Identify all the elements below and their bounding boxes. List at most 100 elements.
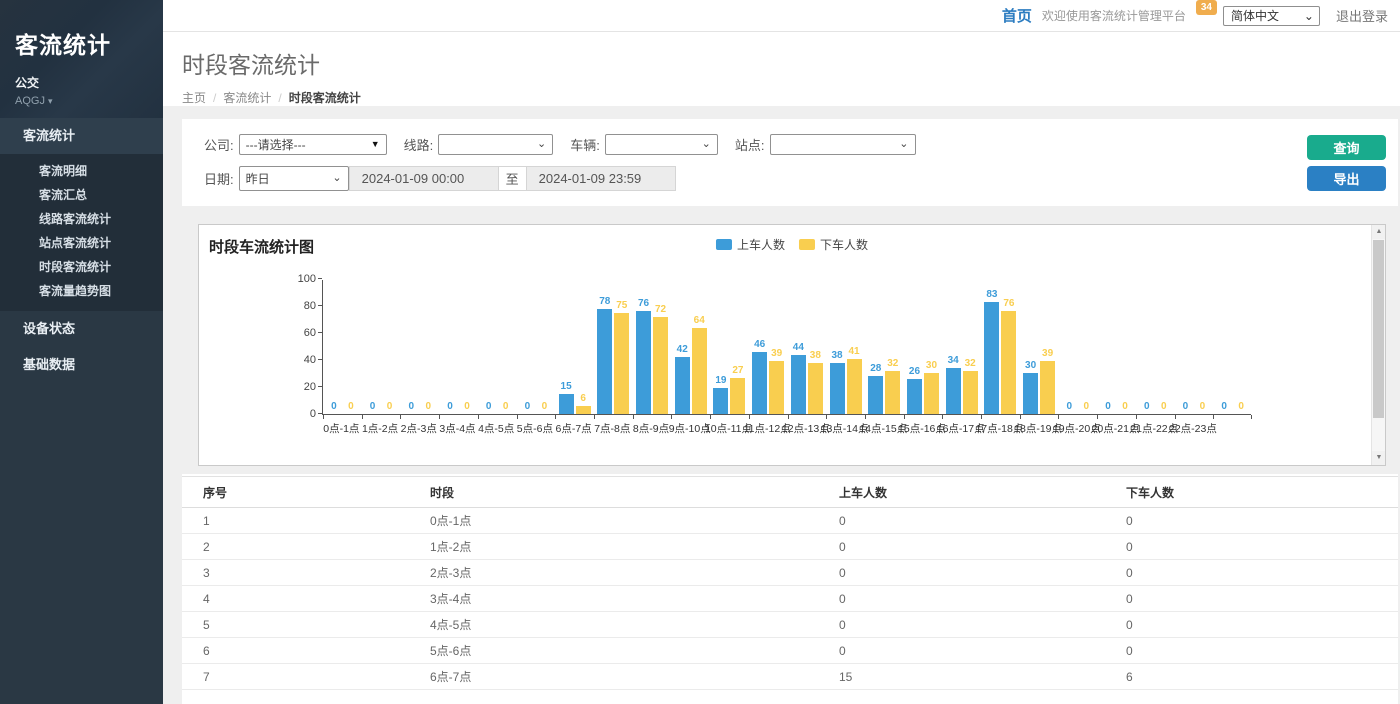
x-axis-tick (478, 415, 479, 419)
chart-category-2: 00 (400, 280, 439, 414)
company-select-value: ---请选择--- (246, 136, 306, 153)
bar-下车人数[interactable] (614, 313, 629, 414)
main-area: 首页 欢迎使用客流统计管理平台 34 简体中文 ⌄ 退出登录 时段客流统计 主页… (163, 0, 1400, 704)
home-link[interactable]: 首页 (1002, 5, 1032, 26)
x-axis-tick (594, 415, 595, 419)
org-code-dropdown[interactable]: AQGJ▾ (15, 95, 163, 107)
bar-上车人数[interactable] (946, 368, 961, 414)
stats-table: 序号时段上车人数下车人数 10点-1点0021点-2点0032点-3点0043点… (182, 476, 1398, 690)
language-select[interactable]: 简体中文 ⌄ (1223, 6, 1320, 26)
export-button[interactable]: 导出 (1307, 166, 1386, 191)
table-cell: 0 (818, 612, 1105, 638)
org-code-label: AQGJ (15, 95, 45, 107)
company-select[interactable]: ---请选择--- ▼ (239, 134, 387, 155)
bar-上车人数[interactable] (830, 363, 845, 414)
org-name: 公交 (15, 74, 163, 91)
legend-label: 上车人数 (737, 236, 785, 253)
x-axis-tick (749, 415, 750, 419)
date-preset-select[interactable]: 昨日 ⌄ (239, 166, 349, 191)
table-cell: 5点-6点 (409, 638, 818, 664)
chart-category-9: 4264 (671, 280, 710, 414)
table-cell: 4点-5点 (409, 612, 818, 638)
x-axis-tick (981, 415, 982, 419)
sidebar-item-2[interactable]: 基础数据 (0, 347, 163, 383)
bar-上车人数[interactable] (713, 388, 728, 414)
bar-下车人数[interactable] (576, 406, 591, 414)
bar-上车人数[interactable] (675, 357, 690, 414)
sidebar-item-1[interactable]: 设备状态 (0, 311, 163, 347)
breadcrumb-item[interactable]: 客流统计 (223, 91, 271, 105)
legend-item-下车人数[interactable]: 下车人数 (799, 236, 868, 253)
chart-scrollbar[interactable]: ▲ ▼ (1371, 225, 1385, 465)
scrollbar-thumb[interactable] (1373, 240, 1384, 418)
query-button[interactable]: 查询 (1307, 135, 1386, 160)
filter-card: 公司: ---请选择--- ▼ 线路: ⌄ 车辆: ⌄ 站点: (182, 119, 1398, 206)
x-axis-tick (865, 415, 866, 419)
bar-上车人数[interactable] (791, 355, 806, 414)
bar-下车人数[interactable] (924, 373, 939, 414)
bar-上车人数[interactable] (636, 311, 651, 414)
bar-上车人数[interactable] (907, 379, 922, 414)
x-axis-tick (323, 415, 324, 419)
logout-link[interactable]: 退出登录 (1336, 6, 1388, 25)
sidebar-subitem-3[interactable]: 站点客流统计 (0, 231, 163, 255)
table-cell: 2点-3点 (409, 560, 818, 586)
bar-下车人数[interactable] (769, 361, 784, 414)
bar-上车人数[interactable] (597, 309, 612, 414)
table-cell: 6点-7点 (409, 664, 818, 690)
bar-下车人数[interactable] (692, 328, 707, 414)
y-axis-tick-label: 80 (282, 300, 316, 312)
table-row: 65点-6点00 (182, 638, 1398, 664)
x-axis-tick (1097, 415, 1098, 419)
sidebar-logo-block: 客流统计 公交 AQGJ▾ (0, 0, 163, 118)
breadcrumb-separator: / (213, 91, 216, 105)
sidebar-subitem-2[interactable]: 线路客流统计 (0, 207, 163, 231)
y-axis-tick-label: 100 (282, 273, 316, 285)
sidebar-item-0[interactable]: 客流统计 (0, 118, 163, 154)
bar-下车人数[interactable] (653, 317, 668, 414)
bar-下车人数[interactable] (730, 378, 745, 414)
table-cell: 2 (182, 534, 409, 560)
table-cell: 3 (182, 560, 409, 586)
table-cell: 0 (818, 560, 1105, 586)
bar-下车人数[interactable] (963, 371, 978, 414)
bar-上车人数[interactable] (752, 352, 767, 414)
table-cell: 0 (1105, 508, 1398, 534)
bar-上车人数[interactable] (1023, 373, 1038, 414)
table-cell: 6 (182, 638, 409, 664)
notification-badge[interactable]: 34 (1196, 0, 1217, 15)
line-label: 线路: (404, 135, 434, 154)
bar-上车人数[interactable] (868, 376, 883, 414)
x-axis-tick (826, 415, 827, 419)
table-cell: 0 (818, 534, 1105, 560)
breadcrumb-item[interactable]: 主页 (182, 91, 206, 105)
line-select[interactable]: ⌄ (438, 134, 553, 155)
y-axis-tick (318, 332, 322, 333)
table-row: 43点-4点00 (182, 586, 1398, 612)
table-cell: 0 (1105, 560, 1398, 586)
vehicle-select[interactable]: ⌄ (605, 134, 718, 155)
x-axis-label: 0点-1点 (323, 421, 359, 436)
table-column-header: 上车人数 (818, 477, 1105, 508)
table-row: 54点-5点00 (182, 612, 1398, 638)
date-from-input[interactable] (349, 166, 499, 191)
date-to-input[interactable] (526, 166, 676, 191)
sidebar-menu: 客流统计客流明细客流汇总线路客流统计站点客流统计时段客流统计客流量趋势图设备状态… (0, 118, 163, 383)
table-cell: 0 (1105, 586, 1398, 612)
sidebar-subitem-0[interactable]: 客流明细 (0, 159, 163, 183)
sidebar-subitem-4[interactable]: 时段客流统计 (0, 255, 163, 279)
bar-上车人数[interactable] (984, 302, 999, 414)
chart-title: 时段车流统计图 (209, 236, 314, 257)
x-axis-tick (1020, 415, 1021, 419)
sidebar-subitem-5[interactable]: 客流量趋势图 (0, 279, 163, 303)
station-select[interactable]: ⌄ (770, 134, 916, 155)
scroll-up-icon[interactable]: ▲ (1372, 225, 1386, 239)
legend-item-上车人数[interactable]: 上车人数 (716, 236, 785, 253)
bar-下车人数[interactable] (885, 371, 900, 414)
bar-下车人数[interactable] (808, 363, 823, 414)
sidebar-subitem-1[interactable]: 客流汇总 (0, 183, 163, 207)
scroll-down-icon[interactable]: ▼ (1372, 451, 1386, 465)
breadcrumb-item: 时段客流统计 (289, 91, 361, 105)
table-row: 32点-3点00 (182, 560, 1398, 586)
chevron-down-icon: ⌄ (899, 139, 908, 150)
